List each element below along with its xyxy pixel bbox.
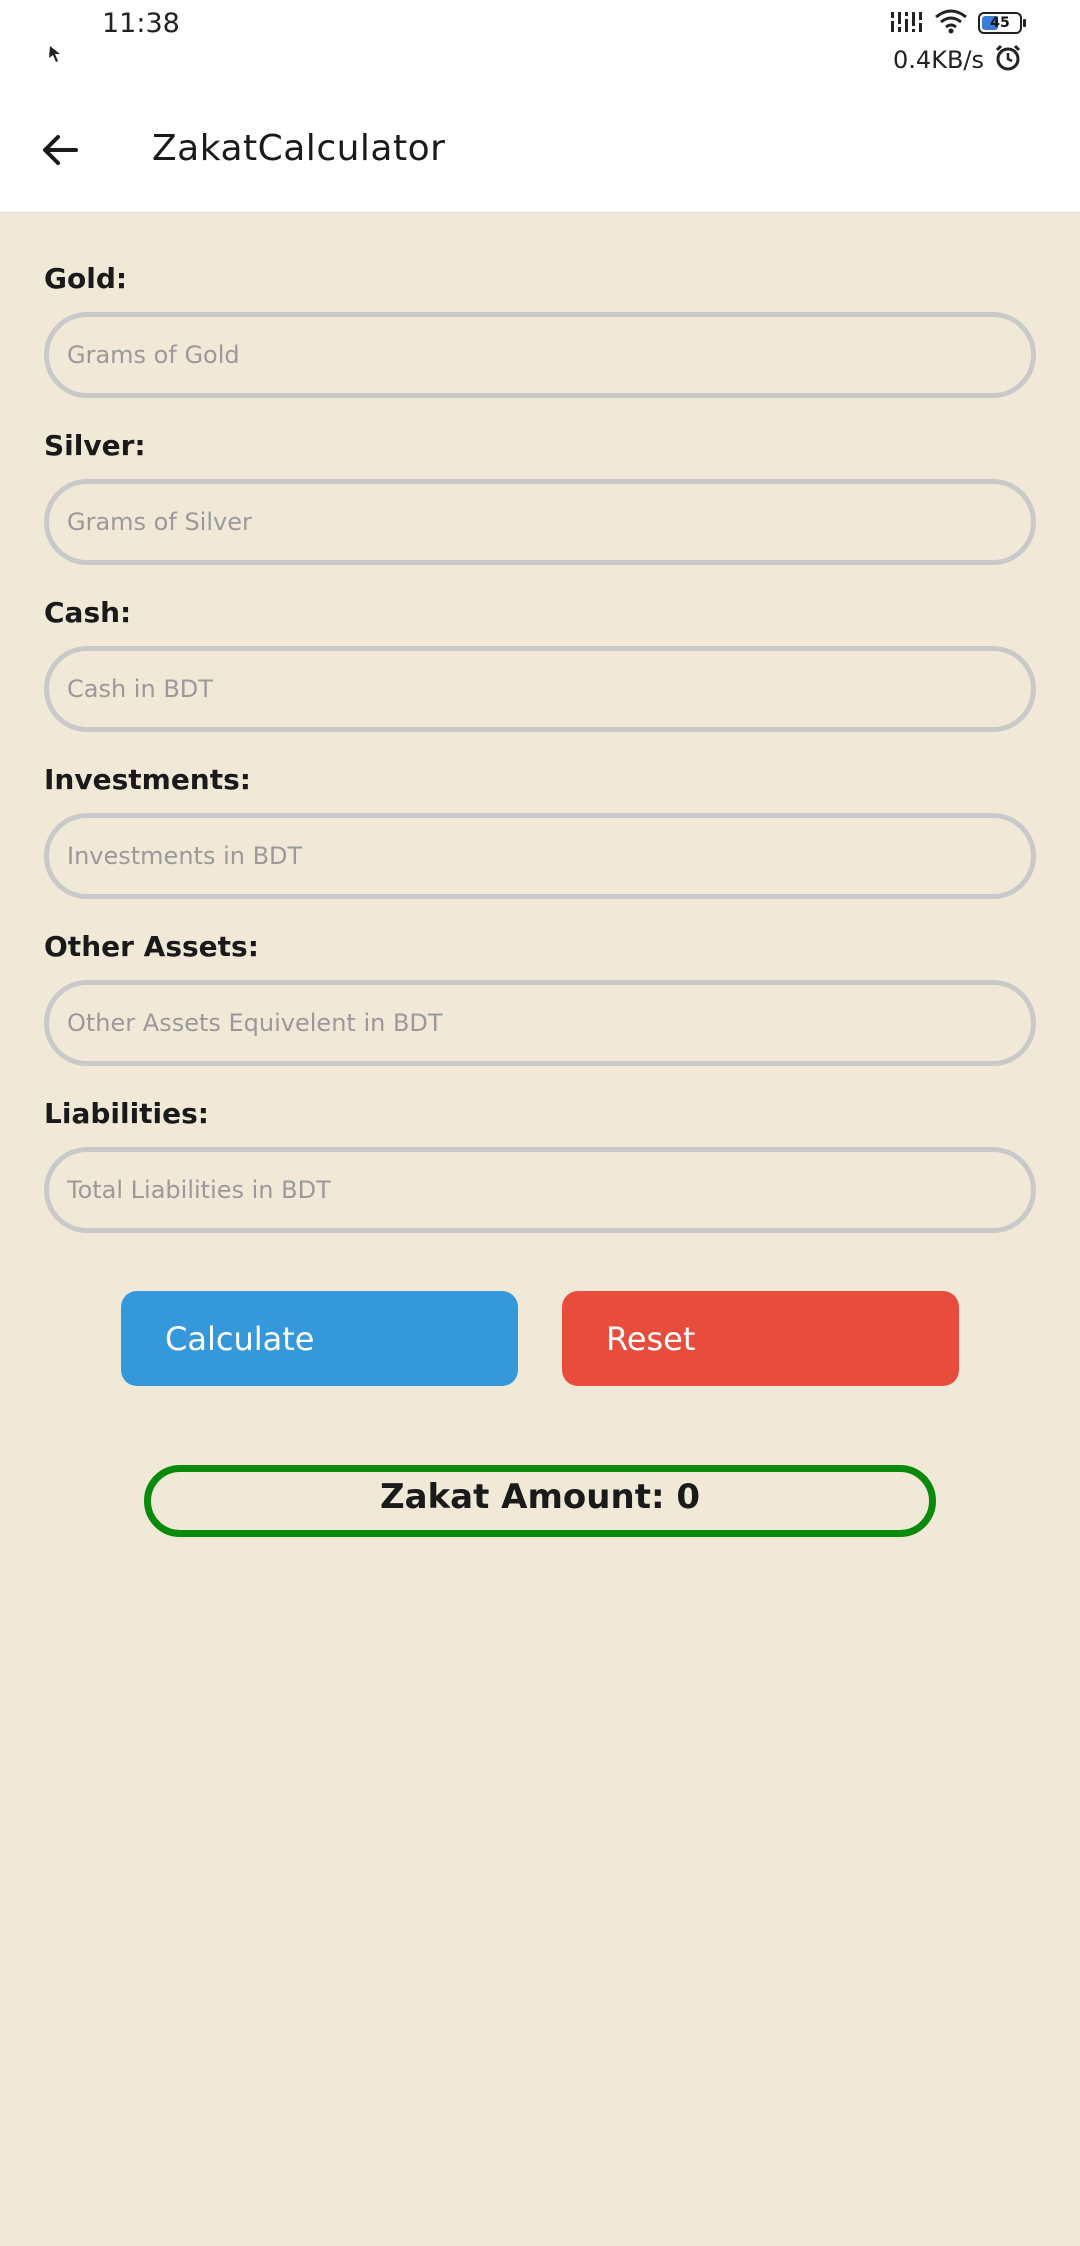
zakat-form: Gold: Silver: Cash: Investments: Other A… (44, 262, 1036, 1264)
liabilities-field-group: Liabilities: (44, 1097, 1036, 1264)
status-icons: 45 (890, 8, 1026, 38)
other-assets-input[interactable] (44, 980, 1036, 1066)
investments-input[interactable] (44, 813, 1036, 899)
alarm-icon (994, 44, 1022, 76)
battery-level: 45 (990, 15, 1010, 31)
silver-label: Silver: (44, 429, 146, 462)
liabilities-input[interactable] (44, 1147, 1036, 1233)
notification-icon (44, 42, 66, 64)
status-bar: 11:38 45 0.4KB/s (0, 0, 1080, 88)
other-assets-field-group: Other Assets: (44, 930, 1036, 1097)
battery-icon: 45 (978, 12, 1026, 34)
page-title: ZakatCalculator (152, 128, 446, 169)
cash-input[interactable] (44, 646, 1036, 732)
zakat-calculator-screen: 11:38 45 0.4KB/s ZakatCalculator Gold: G… (0, 0, 1080, 2246)
back-arrow-icon (43, 135, 78, 165)
other-assets-label: Other Assets: (44, 930, 259, 963)
reset-button[interactable]: Reset (562, 1291, 959, 1386)
network-speed: 0.4KB/s (893, 46, 984, 74)
cash-label: Cash: (44, 596, 132, 629)
silver-field-group: Silver: (44, 429, 1036, 596)
gold-field-group: Gold: (44, 262, 1036, 429)
investments-field-group: Investments: (44, 763, 1036, 930)
gold-input[interactable] (44, 312, 1036, 398)
wifi-icon (934, 8, 968, 38)
liabilities-label: Liabilities: (44, 1097, 210, 1130)
status-speed-row: 0.4KB/s (893, 44, 1022, 76)
calculate-button[interactable]: Calculate (121, 1291, 518, 1386)
zakat-amount-text: Zakat Amount: 0 (379, 1477, 701, 1517)
signal-icon (890, 8, 924, 38)
cash-field-group: Cash: (44, 596, 1036, 763)
status-time: 11:38 (102, 8, 180, 39)
back-button[interactable] (28, 118, 92, 182)
app-bar: ZakatCalculator (0, 88, 1080, 213)
gold-label: Gold: (44, 262, 128, 295)
zakat-result-box: Zakat Amount: 0 (144, 1465, 936, 1537)
investments-label: Investments: (44, 763, 251, 796)
silver-input[interactable] (44, 479, 1036, 565)
